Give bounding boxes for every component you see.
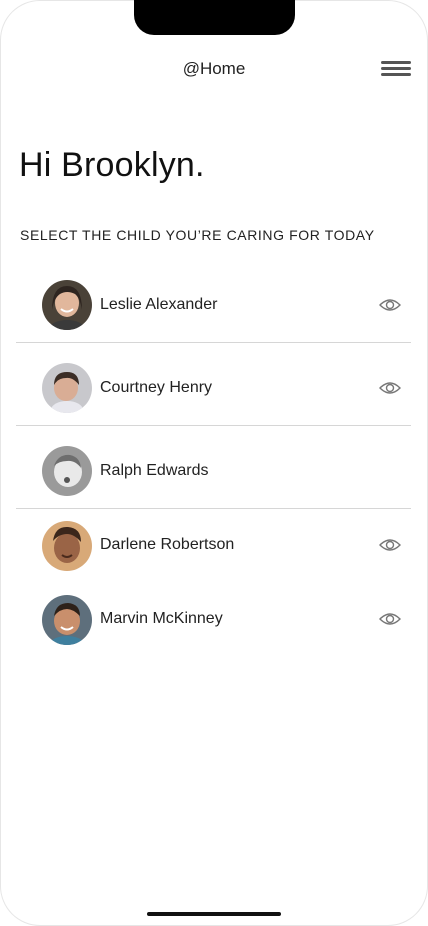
child-avatar	[42, 363, 92, 413]
child-name: Ralph Edwards	[100, 462, 209, 479]
eye-icon[interactable]	[379, 379, 401, 397]
eye-icon[interactable]	[379, 296, 401, 314]
child-avatar	[42, 521, 92, 571]
app-header: @Home	[0, 56, 428, 82]
child-avatar	[42, 280, 92, 330]
child-list-item[interactable]: Leslie Alexander	[16, 260, 411, 343]
child-name: Darlene Robertson	[100, 536, 235, 553]
child-list-item[interactable]: Marvin McKinney	[16, 583, 411, 657]
child-list: Leslie Alexander Courtney Henry Ralph Ed…	[16, 260, 411, 657]
device-notch	[134, 0, 295, 35]
section-label: SELECT THE CHILD YOU’RE CARING FOR TODAY	[20, 227, 375, 243]
child-name: Leslie Alexander	[100, 296, 218, 313]
eye-icon[interactable]	[379, 536, 401, 554]
eye-icon[interactable]	[379, 610, 401, 628]
app-title: @Home	[182, 59, 246, 78]
child-list-item[interactable]: Ralph Edwards	[16, 426, 411, 509]
home-indicator[interactable]	[147, 912, 281, 916]
child-avatar	[42, 595, 92, 645]
child-list-item[interactable]: Courtney Henry	[16, 343, 411, 426]
hamburger-menu-icon[interactable]	[381, 58, 411, 80]
child-list-item[interactable]: Darlene Robertson	[16, 509, 411, 583]
phone-screen: @Home Hi Brooklyn. SELECT THE CHILD YOU’…	[0, 0, 428, 926]
child-name: Courtney Henry	[100, 379, 213, 396]
greeting-heading: Hi Brooklyn.	[19, 146, 205, 184]
child-avatar	[42, 446, 92, 496]
child-name: Marvin McKinney	[100, 610, 223, 627]
